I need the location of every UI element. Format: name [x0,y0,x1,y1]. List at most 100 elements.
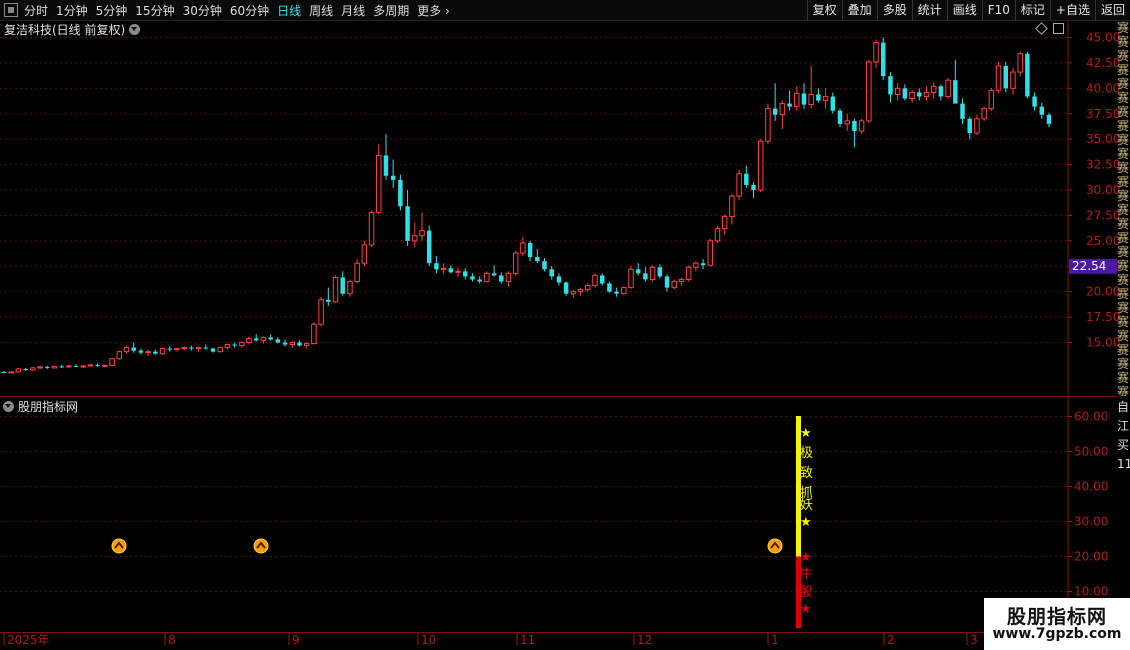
candle-body [195,347,202,350]
candle [902,84,908,101]
kline-chart[interactable]: 45.00 42.50 40.00 37.50 35.00 32.50 30.00 27.50… [0,0,1130,650]
candle-body [643,273,648,280]
candle [332,275,339,303]
indicator-tick-label: 60.00 [1074,410,1108,424]
indicator-tick-label: 20.00 [1074,550,1108,564]
candle [448,265,454,274]
candle [376,144,382,215]
candle-body [289,342,296,346]
candle-body [700,263,706,266]
candle-body [945,79,951,97]
candle [59,364,64,368]
candle [635,263,641,276]
indicator-name: 股朋指标网 [18,400,79,414]
candle [80,365,87,368]
up-signal-circle [111,538,127,554]
up-signal-circle [253,538,269,554]
candle [318,296,324,327]
candle-body [189,347,194,349]
candle [326,287,331,306]
yellow-signal-text: ★ [800,426,812,441]
price-tick-label: 30.00 [1086,183,1120,197]
candle-body [448,268,454,273]
candle-body [520,242,526,254]
current-price-label: 22.54 [1072,259,1106,273]
price-axis: 45.00 42.50 40.00 37.50 35.00 32.50 30.00 27.50… [1068,31,1120,350]
candle-body [930,85,937,93]
candle-body [844,120,850,125]
candle-body [440,267,447,270]
candle-body [1025,53,1030,97]
candle-body [383,155,389,176]
indicator-title: 股朋指标网 [3,398,78,415]
candle [794,86,800,111]
candle [707,238,714,267]
date-label: 9 [292,633,300,647]
red-signal-text: 股 [800,585,813,600]
dropdown-icon[interactable] [129,24,141,35]
candle-body [751,184,756,190]
candle [873,39,879,68]
candle-body [311,323,317,345]
candle [138,348,144,355]
candle-body [470,276,475,280]
candle [822,88,829,109]
candle-body [174,348,180,351]
candle [268,334,273,341]
watermark-url: www.7gpzb.com [992,626,1122,642]
candle [693,261,699,272]
indicator-dropdown-icon[interactable] [3,401,14,412]
candle [808,65,814,109]
candle [909,90,915,103]
price-tick-label: 25.00 [1086,234,1120,248]
candle-body [757,140,764,191]
candle [95,363,100,367]
candle-body [87,364,94,367]
candle [671,279,677,290]
candle [463,268,468,280]
candle-body [232,344,237,346]
candle [953,59,958,104]
candle-body [405,206,410,241]
candle [779,100,786,129]
candle-body [239,342,245,347]
candle-body [303,343,310,347]
candle [203,344,209,350]
candle [1039,102,1045,119]
candle [917,88,922,101]
candle-body [73,365,79,367]
candle [729,194,735,225]
candle-body [592,274,598,287]
candle [678,277,685,286]
candle-body [116,351,123,360]
candle-body [974,118,980,134]
candle [232,342,237,348]
candle-body [505,272,512,283]
candle-body [59,366,64,368]
candle-body [614,291,619,294]
candle [512,251,519,276]
candle [23,367,28,371]
candle [484,271,490,283]
candle-body [203,347,209,349]
candle [195,346,202,352]
candle [491,265,497,277]
indicator-tick-label: 10.00 [1074,585,1108,599]
candle [614,287,619,297]
candle-body [210,348,216,352]
candle-body [685,266,692,280]
candle-body [419,230,425,237]
candle-body [693,262,699,268]
candle [102,364,108,368]
candle-body [953,80,958,104]
price-tick-label: 42.50 [1086,56,1120,70]
candle [254,334,259,342]
candle [628,266,634,289]
candle-body [917,92,922,97]
candle [405,190,410,246]
maximize-icon[interactable] [1053,23,1064,34]
candle-body [282,342,288,345]
candle-body [376,154,382,213]
candle [390,159,396,188]
candle-body [577,289,584,293]
